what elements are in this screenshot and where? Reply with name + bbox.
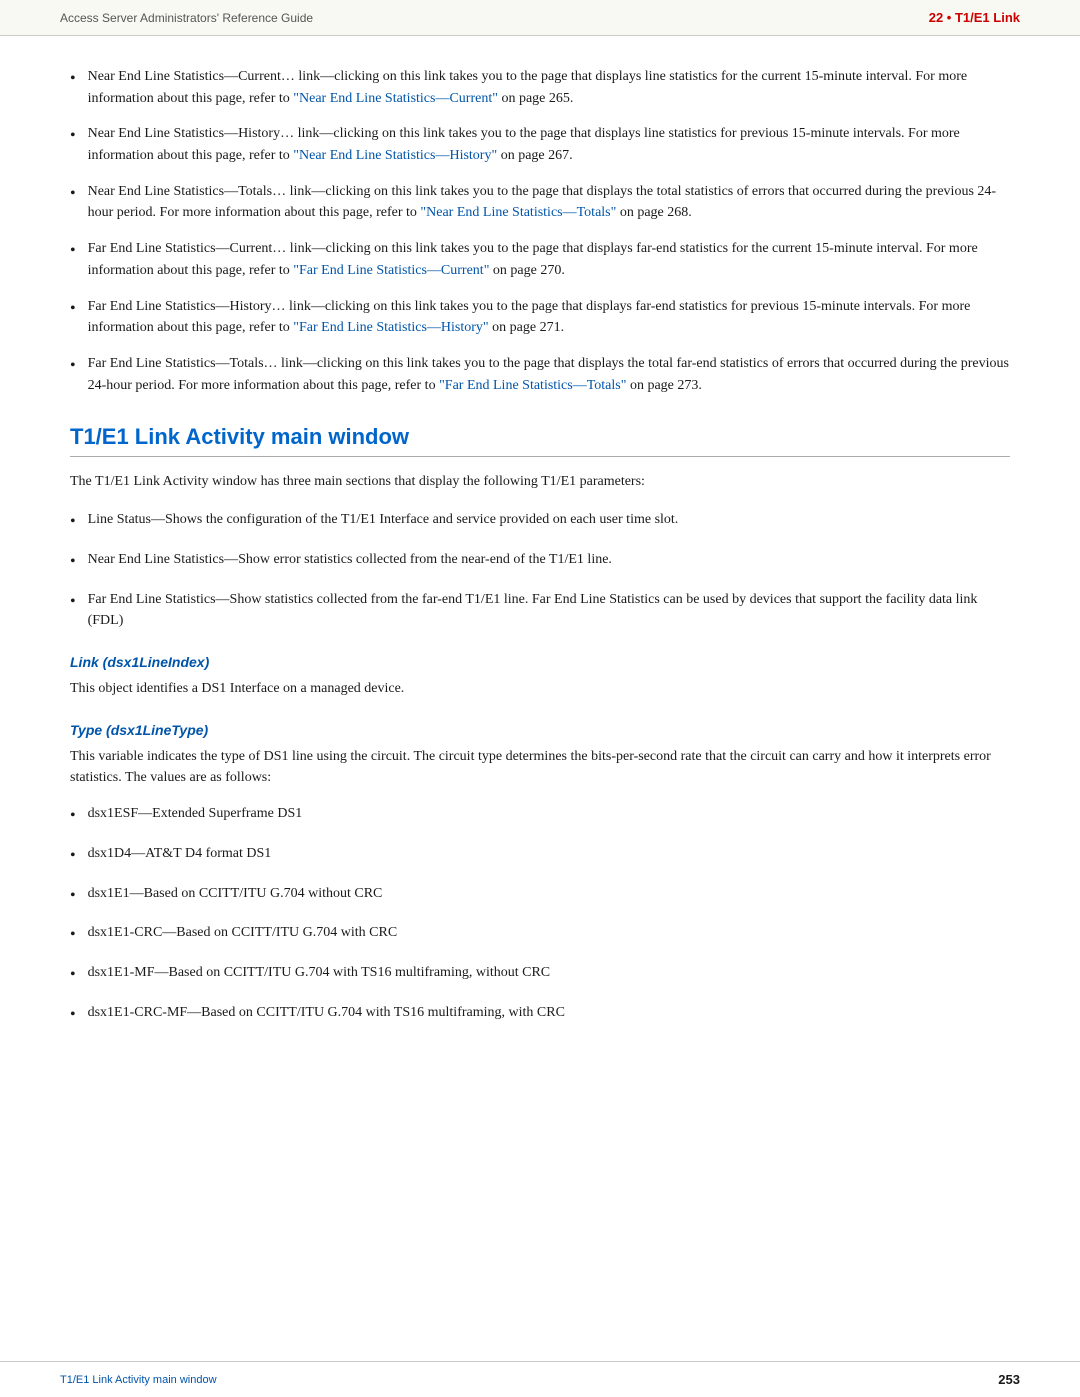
list-item: • Near End Line Statistics—Totals… link—c… [70, 181, 1010, 224]
list-item: • Near End Line Statistics—History… link—… [70, 123, 1010, 166]
bullet-icon: • [70, 963, 76, 988]
bullet-icon: • [70, 844, 76, 869]
bullet-icon: • [70, 590, 76, 615]
bullet-icon: • [70, 923, 76, 948]
inline-link[interactable]: "Near End Line Statistics—Totals" [420, 205, 616, 220]
bullet-text: dsx1E1-MF—Based on CCITT/ITU G.704 with … [88, 962, 1010, 984]
main-section-heading: T1/E1 Link Activity main window [70, 424, 1010, 457]
main-sub-bullet-list: • Line Status—Shows the configuration of … [70, 509, 1010, 632]
page: Access Server Administrators' Reference … [0, 0, 1080, 1397]
bullet-icon: • [70, 354, 76, 379]
list-item: • Near End Line Statistics—Show error sta… [70, 549, 1010, 575]
inline-link[interactable]: "Far End Line Statistics—History" [293, 320, 488, 335]
bullet-text: Near End Line Statistics—Totals… link—cl… [88, 181, 1010, 224]
link-subsection-body: This object identifies a DS1 Interface o… [70, 678, 1010, 700]
list-item: • dsx1E1-MF—Based on CCITT/ITU G.704 with… [70, 962, 1010, 988]
bullet-text: dsx1ESF—Extended Superframe DS1 [88, 803, 1010, 825]
bullet-text: Far End Line Statistics—Show statistics … [88, 589, 1010, 632]
list-item: • Far End Line Statistics—Show statistics… [70, 589, 1010, 632]
bullet-text: Near End Line Statistics—Show error stat… [88, 549, 1010, 571]
header-bar: Access Server Administrators' Reference … [0, 0, 1080, 36]
link-subsection-heading: Link (dsx1LineIndex) [70, 654, 1010, 670]
bullet-icon: • [70, 884, 76, 909]
inline-link[interactable]: "Far End Line Statistics—Totals" [439, 378, 626, 393]
list-item: • dsx1D4—AT&T D4 format DS1 [70, 843, 1010, 869]
footer-left: T1/E1 Link Activity main window [60, 1374, 217, 1386]
inline-link[interactable]: "Near End Line Statistics—History" [293, 148, 497, 163]
bullet-text: Far End Line Statistics—Totals… link—cli… [88, 353, 1010, 396]
bullet-text: Far End Line Statistics—History… link—cl… [88, 296, 1010, 339]
list-item: • Far End Line Statistics—Totals… link—cl… [70, 353, 1010, 396]
type-subsection-intro: This variable indicates the type of DS1 … [70, 746, 1010, 789]
main-content: • Near End Line Statistics—Current… link—… [0, 66, 1080, 1088]
bullet-icon: • [70, 67, 76, 92]
list-item: • dsx1E1—Based on CCITT/ITU G.704 without… [70, 883, 1010, 909]
bullet-text: dsx1D4—AT&T D4 format DS1 [88, 843, 1010, 865]
header-left: Access Server Administrators' Reference … [60, 11, 313, 25]
inline-link[interactable]: "Near End Line Statistics—Current" [293, 91, 498, 106]
header-right: 22 • T1/E1 Link [929, 10, 1020, 25]
bullet-icon: • [70, 297, 76, 322]
bullet-icon: • [70, 550, 76, 575]
list-item: • Line Status—Shows the configuration of … [70, 509, 1010, 535]
footer-right: 253 [998, 1372, 1020, 1387]
top-bullet-list: • Near End Line Statistics—Current… link—… [70, 66, 1010, 396]
bullet-text: Near End Line Statistics—History… link—c… [88, 123, 1010, 166]
bullet-icon: • [70, 1003, 76, 1028]
bullet-text: Far End Line Statistics—Current… link—cl… [88, 238, 1010, 281]
bullet-icon: • [70, 124, 76, 149]
bullet-icon: • [70, 182, 76, 207]
main-section-intro: The T1/E1 Link Activity window has three… [70, 471, 1010, 493]
bullet-text: dsx1E1-CRC—Based on CCITT/ITU G.704 with… [88, 922, 1010, 944]
list-item: • dsx1E1-CRC-MF—Based on CCITT/ITU G.704 … [70, 1002, 1010, 1028]
bullet-text: dsx1E1—Based on CCITT/ITU G.704 without … [88, 883, 1010, 905]
bullet-text: Line Status—Shows the configuration of t… [88, 509, 1010, 531]
bullet-text: dsx1E1-CRC-MF—Based on CCITT/ITU G.704 w… [88, 1002, 1010, 1024]
bullet-icon: • [70, 510, 76, 535]
list-item: • dsx1E1-CRC—Based on CCITT/ITU G.704 wit… [70, 922, 1010, 948]
list-item: • Far End Line Statistics—Current… link—c… [70, 238, 1010, 281]
type-bullet-list: • dsx1ESF—Extended Superframe DS1 • dsx1D4—… [70, 803, 1010, 1028]
list-item: • Near End Line Statistics—Current… link—… [70, 66, 1010, 109]
bullet-icon: • [70, 804, 76, 829]
footer: T1/E1 Link Activity main window 253 [0, 1361, 1080, 1397]
bullet-icon: • [70, 239, 76, 264]
bullet-text: Near End Line Statistics—Current… link—c… [88, 66, 1010, 109]
list-item: • Far End Line Statistics—History… link—c… [70, 296, 1010, 339]
type-subsection-heading: Type (dsx1LineType) [70, 722, 1010, 738]
list-item: • dsx1ESF—Extended Superframe DS1 [70, 803, 1010, 829]
inline-link[interactable]: "Far End Line Statistics—Current" [293, 263, 489, 278]
